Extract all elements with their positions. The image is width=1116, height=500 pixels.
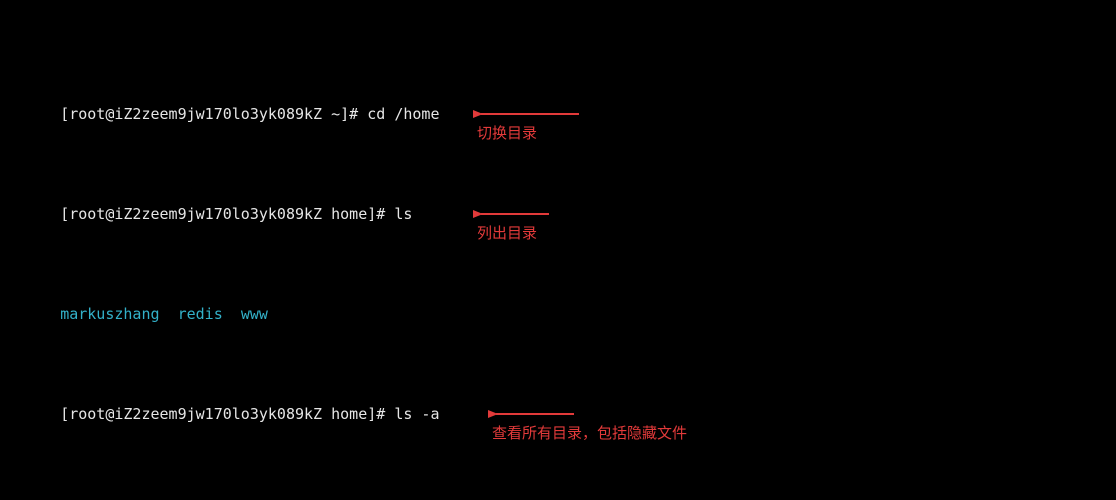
- arrow-icon: [486, 405, 576, 423]
- annotation-label: 切换目录: [477, 124, 537, 144]
- prompt: [root@iZ2zeem9jw170lo3yk089kZ home]#: [60, 205, 385, 223]
- term-line: . .. markuszhang redis www: [6, 484, 1110, 500]
- arrow-icon: [471, 205, 551, 223]
- dir-redis: redis: [178, 305, 223, 323]
- dir-markuszhang: markuszhang: [60, 305, 159, 323]
- cmd-ls: ls: [394, 205, 412, 223]
- term-line: markuszhang redis www: [6, 284, 1110, 304]
- prompt: [root@iZ2zeem9jw170lo3yk089kZ ~]#: [60, 105, 358, 123]
- arrow-icon: [471, 105, 581, 123]
- annotation-all-hidden: 查看所有目录，包括隐藏文件: [461, 384, 687, 464]
- terminal[interactable]: [root@iZ2zeem9jw170lo3yk089kZ ~]# cd /ho…: [0, 0, 1116, 500]
- term-line: [root@iZ2zeem9jw170lo3yk089kZ home]# ls …: [6, 184, 1110, 204]
- annotation-label: 查看所有目录，包括隐藏文件: [492, 424, 687, 444]
- dir-www: www: [241, 305, 268, 323]
- cmd-cd: cd /home: [367, 105, 439, 123]
- annotation-list-dir: 列出目录: [446, 184, 551, 264]
- cmd-ls-a: ls -a: [394, 405, 439, 423]
- prompt: [root@iZ2zeem9jw170lo3yk089kZ home]#: [60, 405, 385, 423]
- term-line: [root@iZ2zeem9jw170lo3yk089kZ ~]# cd /ho…: [6, 84, 1110, 104]
- annotation-label: 列出目录: [477, 224, 537, 244]
- term-line: [root@iZ2zeem9jw170lo3yk089kZ home]# ls …: [6, 384, 1110, 404]
- annotation-switch-dir: 切换目录: [446, 84, 581, 164]
